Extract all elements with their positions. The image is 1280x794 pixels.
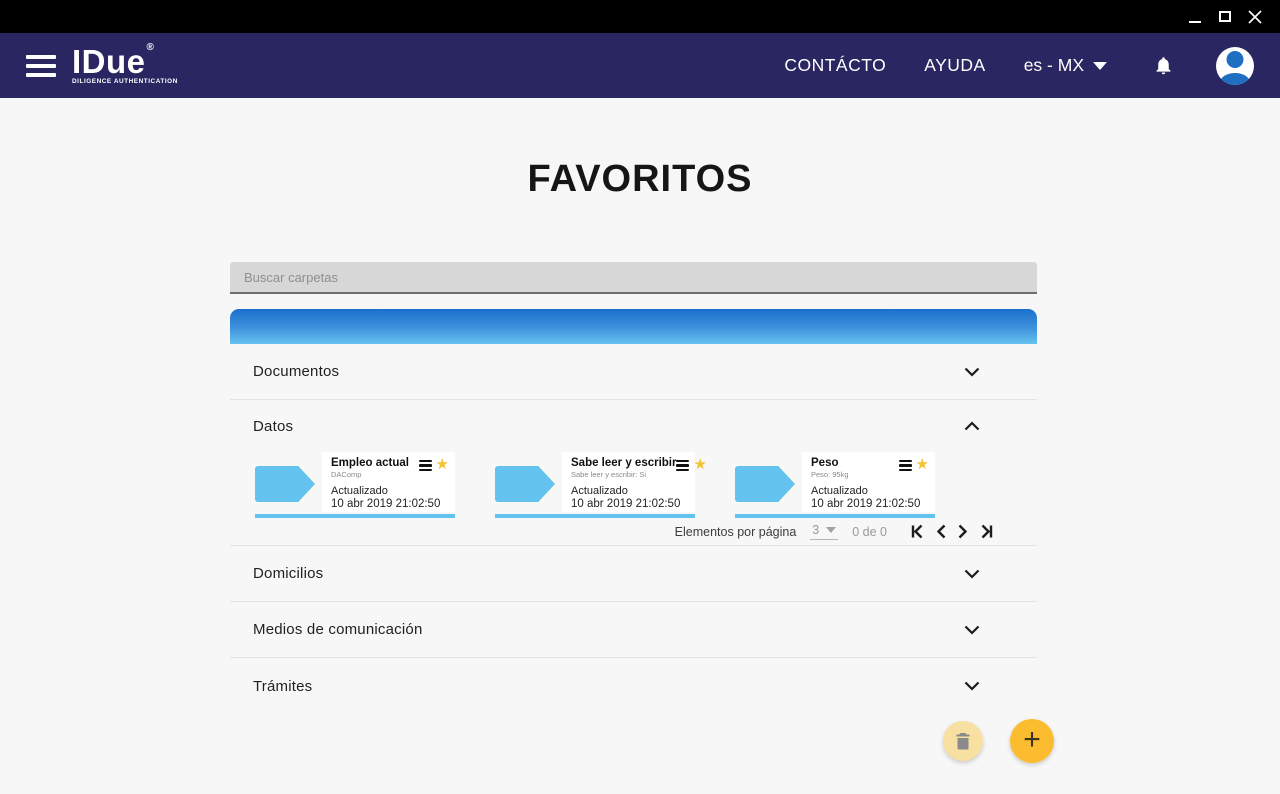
- notifications-button[interactable]: [1153, 55, 1174, 76]
- card-menu-icon[interactable]: [419, 458, 432, 472]
- arrow-tag-icon: [255, 466, 315, 502]
- first-page-icon: [909, 524, 925, 539]
- section-domicilios[interactable]: Domicilios: [230, 546, 1037, 602]
- favorite-card-sabe-leer[interactable]: Sabe leer y escribir Sabe leer y escribi…: [495, 452, 695, 518]
- star-icon[interactable]: ★: [693, 457, 706, 472]
- language-selector[interactable]: es - MX: [1024, 55, 1107, 76]
- card-menu-icon[interactable]: [676, 458, 689, 472]
- close-button[interactable]: [1240, 3, 1270, 31]
- chevron-down-icon: [826, 527, 836, 533]
- paginator-nav: [907, 522, 997, 541]
- previous-page-button[interactable]: [933, 522, 949, 541]
- datos-cards: Empleo actual DAComp ★ Actualizado 10 ab…: [230, 452, 1037, 518]
- plus-icon: +: [1023, 725, 1041, 755]
- logo-tagline: DILIGENCE AUTHENTICATION: [72, 79, 178, 85]
- card-subtitle: DAComp: [331, 470, 409, 479]
- card-body: Sabe leer y escribir Sabe leer y escribi…: [562, 452, 695, 512]
- star-icon[interactable]: ★: [916, 457, 929, 472]
- avatar-torso-icon: [1220, 73, 1250, 85]
- section-label: Documentos: [253, 363, 339, 380]
- language-label: es - MX: [1024, 55, 1084, 76]
- favorite-card-empleo-actual[interactable]: Empleo actual DAComp ★ Actualizado 10 ab…: [255, 452, 455, 518]
- chevron-up-icon: [964, 421, 980, 431]
- panel-header-bar: [230, 309, 1037, 344]
- card-status: Actualizado: [571, 485, 689, 497]
- chevron-down-icon: [964, 569, 980, 579]
- avatar[interactable]: [1216, 47, 1254, 85]
- card-subtitle: Peso: 95kg: [811, 470, 849, 479]
- maximize-icon: [1219, 11, 1231, 22]
- arrow-tag-icon: [495, 466, 555, 502]
- minimize-icon: [1189, 21, 1201, 23]
- nav-ayuda[interactable]: AYUDA: [924, 55, 986, 76]
- card-body: Peso Peso: 95kg ★ Actualizado 10 abr 201…: [802, 452, 935, 512]
- nav-contacto[interactable]: CONTÁCTO: [784, 55, 886, 76]
- chevron-down-icon: [964, 681, 980, 691]
- last-page-icon: [979, 524, 995, 539]
- section-label: Domicilios: [253, 565, 323, 582]
- card-underline: [495, 514, 695, 518]
- menu-button[interactable]: [26, 55, 56, 77]
- card-updated: 10 abr 2019 21:02:50: [571, 498, 689, 510]
- avatar-head-icon: [1227, 51, 1244, 68]
- chevron-left-icon: [935, 524, 947, 539]
- delete-button[interactable]: [943, 721, 983, 761]
- card-body: Empleo actual DAComp ★ Actualizado 10 ab…: [322, 452, 455, 512]
- page-size-select[interactable]: 3: [810, 523, 838, 540]
- card-underline: [735, 514, 935, 518]
- card-title: Peso: [811, 457, 849, 469]
- search-input[interactable]: [230, 262, 1037, 294]
- last-page-button[interactable]: [977, 522, 997, 541]
- registered-mark: ®: [147, 43, 155, 53]
- first-page-button[interactable]: [907, 522, 927, 541]
- maximize-button[interactable]: [1210, 3, 1240, 31]
- logo-text: IDue: [72, 45, 146, 78]
- chevron-down-icon: [964, 367, 980, 377]
- items-per-page-label: Elementos por página: [675, 525, 797, 539]
- section-label: Datos: [253, 418, 293, 435]
- close-icon: [1248, 10, 1262, 24]
- app-header: IDue ® DILIGENCE AUTHENTICATION CONTÁCTO…: [0, 33, 1280, 98]
- paginator: Elementos por página 3 0 de 0: [230, 518, 1037, 546]
- star-icon[interactable]: ★: [436, 457, 449, 472]
- page-size-value: 3: [812, 523, 819, 537]
- section-documentos[interactable]: Documentos: [230, 344, 1037, 400]
- card-subtitle: Sabe leer y escribir: Si: [571, 470, 676, 479]
- app-logo[interactable]: IDue ® DILIGENCE AUTHENTICATION: [72, 45, 178, 85]
- card-status: Actualizado: [811, 485, 929, 497]
- card-title: Sabe leer y escribir: [571, 457, 676, 469]
- page-title: FAVORITOS: [0, 98, 1280, 198]
- bell-icon: [1153, 55, 1174, 76]
- arrow-tag-icon: [735, 466, 795, 502]
- next-page-button[interactable]: [955, 522, 971, 541]
- add-button[interactable]: +: [1010, 719, 1054, 763]
- section-datos[interactable]: Datos: [230, 400, 1037, 452]
- chevron-down-icon: [964, 625, 980, 635]
- chevron-down-icon: [1093, 62, 1107, 70]
- card-updated: 10 abr 2019 21:02:50: [811, 498, 929, 510]
- section-medios-de-comunicacion[interactable]: Medios de comunicación: [230, 602, 1037, 658]
- header-nav: CONTÁCTO AYUDA es - MX: [784, 47, 1254, 85]
- page-range-label: 0 de 0: [852, 525, 887, 539]
- favorite-card-peso[interactable]: Peso Peso: 95kg ★ Actualizado 10 abr 201…: [735, 452, 935, 518]
- favorites-panel: Documentos Datos Empleo actual DAComp: [230, 262, 1037, 714]
- card-title: Empleo actual: [331, 457, 409, 469]
- minimize-button[interactable]: [1180, 3, 1210, 31]
- trash-icon: [955, 732, 971, 750]
- main-content: FAVORITOS Documentos Datos: [0, 98, 1280, 794]
- section-label: Trámites: [253, 678, 312, 695]
- section-label: Medios de comunicación: [253, 621, 423, 638]
- window-titlebar: [0, 0, 1280, 33]
- card-updated: 10 abr 2019 21:02:50: [331, 498, 449, 510]
- section-tramites[interactable]: Trámites: [230, 658, 1037, 714]
- card-menu-icon[interactable]: [899, 458, 912, 472]
- card-underline: [255, 514, 455, 518]
- hamburger-icon: [26, 55, 56, 59]
- chevron-right-icon: [957, 524, 969, 539]
- card-status: Actualizado: [331, 485, 449, 497]
